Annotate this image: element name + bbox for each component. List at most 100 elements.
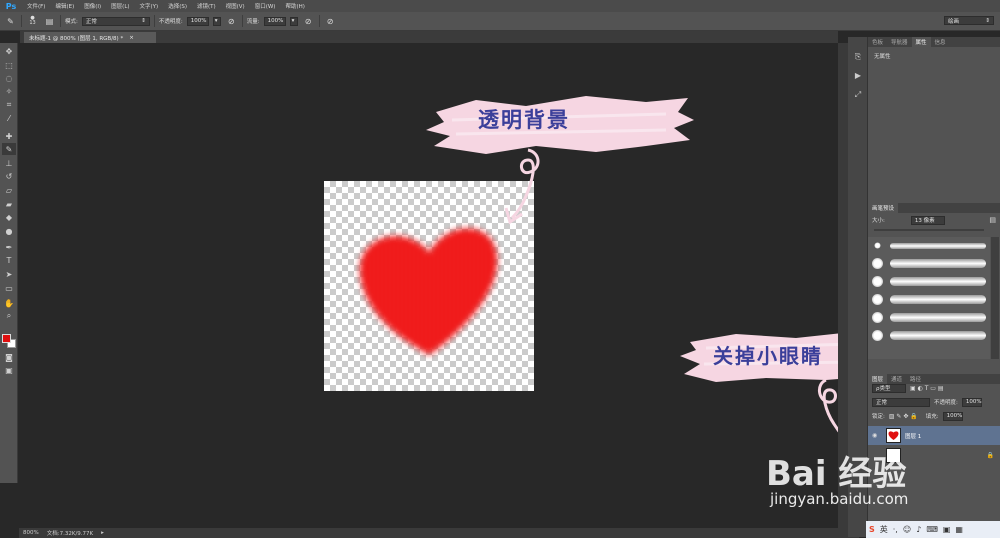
opacity-input[interactable]: 100% <box>186 16 209 26</box>
workspace-value: 绘画 <box>948 18 960 25</box>
menu-help[interactable]: 帮助(H) <box>280 2 309 10</box>
brush-preset-item[interactable] <box>868 273 990 291</box>
opacity-dropdown-icon[interactable]: ▾ <box>212 16 221 26</box>
tab-brush-presets[interactable]: 画笔预设 <box>868 203 899 213</box>
flow-label: 流量: <box>246 19 260 25</box>
clone-stamp-tool-icon[interactable]: ⊥ <box>2 157 16 169</box>
rectangle-tool-icon[interactable]: ▭ <box>2 282 16 294</box>
brush-size-picker[interactable]: ● 13 <box>26 15 39 28</box>
emoji-icon[interactable]: ☺ <box>903 525 911 534</box>
tab-navigator[interactable]: 导航器 <box>887 37 912 47</box>
mode-label: 模式: <box>65 19 78 25</box>
menu-file[interactable]: 文件(F) <box>22 2 50 10</box>
eraser-tool-icon[interactable]: ▱ <box>2 184 16 196</box>
document-tab-title: 未标题-1 @ 800% (图层 1, RGB/8) * <box>29 35 124 42</box>
layer-lock-row: 锁定: ▨ ✎ ✥ 🔒 填充: 100% <box>868 410 1000 422</box>
menu-layer[interactable]: 图层(L) <box>106 2 134 10</box>
tab-swatches[interactable]: 色板 <box>868 37 887 47</box>
visibility-eye-icon[interactable]: ◉ <box>872 432 882 439</box>
divider <box>60 15 61 27</box>
crop-tool-icon[interactable]: ⌗ <box>2 99 16 111</box>
airbrush-icon[interactable]: ⊘ <box>302 15 315 28</box>
gradient-tool-icon[interactable]: ▰ <box>2 198 16 210</box>
brush-preset-item[interactable] <box>868 327 990 345</box>
menu-image[interactable]: 图像(I) <box>79 2 106 10</box>
menu-select[interactable]: 选择(S) <box>163 2 192 10</box>
tools-icon[interactable]: ▦ <box>955 525 963 534</box>
history-brush-tool-icon[interactable]: ↺ <box>2 170 16 182</box>
tool-presets-icon[interactable]: ⤢ <box>852 89 864 101</box>
flow-input[interactable]: 100% <box>263 16 286 26</box>
zoom-tool-icon[interactable]: ⌕ <box>2 310 16 322</box>
flow-dropdown-icon[interactable]: ▾ <box>289 16 298 26</box>
pressure-size-icon[interactable]: ⊘ <box>324 15 337 28</box>
brush-panel-toggle-icon[interactable]: ▤ <box>43 15 56 28</box>
chevron-right-icon[interactable]: ▸ <box>101 530 104 536</box>
brush-preset-item[interactable] <box>868 255 990 273</box>
size-slider[interactable] <box>874 229 984 231</box>
zoom-level[interactable]: 800% <box>23 530 39 536</box>
filter-icons[interactable]: ▣ ◐ T ▭ ▤ <box>910 385 944 392</box>
menu-filter[interactable]: 滤镜(T) <box>192 2 221 10</box>
eyedropper-tool-icon[interactable]: ⁄ <box>2 112 16 124</box>
screen-mode-icon[interactable]: ▣ <box>2 364 16 376</box>
blur-tool-icon[interactable]: ◆ <box>2 211 16 223</box>
mode-select[interactable]: 正常 ⇕ <box>81 16 150 26</box>
workspace-select[interactable]: 绘画 ⇕ <box>944 16 994 25</box>
toolbox: ✥ ⬚ ◌ ✧ ⌗ ⁄ ✚ ✎ ⊥ ↺ ▱ ▰ ◆ ● ✒ T ➤ ▭ ✋ ⌕ … <box>0 43 18 483</box>
ime-toolbar: S 英 ·, ☺ ♪ ⌨ ▣ ▦ <box>866 521 1000 538</box>
tab-info[interactable]: 信息 <box>931 37 950 47</box>
divider <box>318 15 320 27</box>
size-label: 大小: <box>872 218 885 224</box>
document-tab[interactable]: 未标题-1 @ 800% (图层 1, RGB/8) * × <box>24 32 156 43</box>
divider <box>241 15 243 27</box>
type-tool-icon[interactable]: T <box>2 254 16 266</box>
actions-panel-icon[interactable]: ▶ <box>852 69 864 81</box>
brush-preset-item[interactable] <box>868 291 990 309</box>
close-icon[interactable]: × <box>129 35 134 41</box>
layer-kind-filter[interactable]: ρ类型 <box>872 383 906 393</box>
marquee-tool-icon[interactable]: ⬚ <box>2 59 16 71</box>
layer-blend-mode[interactable]: 正常 <box>872 397 930 407</box>
menu-window[interactable]: 窗口(W) <box>250 2 281 10</box>
lasso-tool-icon[interactable]: ◌ <box>2 72 16 84</box>
history-panel-icon[interactable]: ⎘ <box>852 51 864 63</box>
lock-icons[interactable]: ▨ ✎ ✥ 🔒 <box>889 413 918 420</box>
watermark-url: jingyan.baidu.com <box>770 490 909 508</box>
doc-size-info[interactable]: 文档:7.32K/9.77K <box>47 529 93 537</box>
foreground-color-swatch[interactable] <box>2 334 11 343</box>
divider <box>21 15 22 27</box>
fill-input[interactable]: 100% <box>942 411 963 421</box>
brush-panel-icon[interactable]: ▤ <box>989 216 996 224</box>
menu-view[interactable]: 视图(V) <box>221 2 250 10</box>
sogou-icon[interactable]: S <box>869 525 875 534</box>
brush-preset-item[interactable] <box>868 309 990 327</box>
layer-opacity-input[interactable]: 100% <box>961 397 982 407</box>
move-tool-icon[interactable]: ✥ <box>2 45 16 57</box>
keyboard-icon[interactable]: ⌨ <box>926 525 938 534</box>
pressure-opacity-icon[interactable]: ⊘ <box>225 15 238 28</box>
brush-tool-preset-icon[interactable]: ✎ <box>4 15 17 28</box>
punctuation-icon[interactable]: ·, <box>893 525 898 534</box>
brush-tool-icon[interactable]: ✎ <box>2 143 16 155</box>
document-tab-bar: 未标题-1 @ 800% (图层 1, RGB/8) * × <box>20 31 838 43</box>
microphone-icon[interactable]: ♪ <box>916 525 921 534</box>
photoshop-logo: Ps <box>5 1 17 11</box>
baidu-jingyan-watermark: Bai 经验 jingyan.baidu.com <box>758 440 958 520</box>
size-input[interactable]: 13 像素 <box>910 215 945 225</box>
quick-mask-icon[interactable]: ◙ <box>2 351 16 363</box>
quick-select-tool-icon[interactable]: ✧ <box>2 85 16 97</box>
healing-brush-tool-icon[interactable]: ✚ <box>2 130 16 142</box>
path-select-tool-icon[interactable]: ➤ <box>2 268 16 280</box>
pen-tool-icon[interactable]: ✒ <box>2 241 16 253</box>
properties-empty-text: 无属性 <box>874 54 891 60</box>
dodge-tool-icon[interactable]: ● <box>2 225 16 237</box>
skin-icon[interactable]: ▣ <box>943 525 951 534</box>
menu-edit[interactable]: 编辑(E) <box>50 2 79 10</box>
brush-preset-item[interactable] <box>868 237 990 255</box>
hand-tool-icon[interactable]: ✋ <box>2 297 16 309</box>
menu-type[interactable]: 文字(Y) <box>135 2 164 10</box>
ime-language[interactable]: 英 <box>880 524 888 535</box>
tab-properties[interactable]: 属性 <box>911 37 931 47</box>
brush-list-scrollbar[interactable] <box>991 237 999 359</box>
